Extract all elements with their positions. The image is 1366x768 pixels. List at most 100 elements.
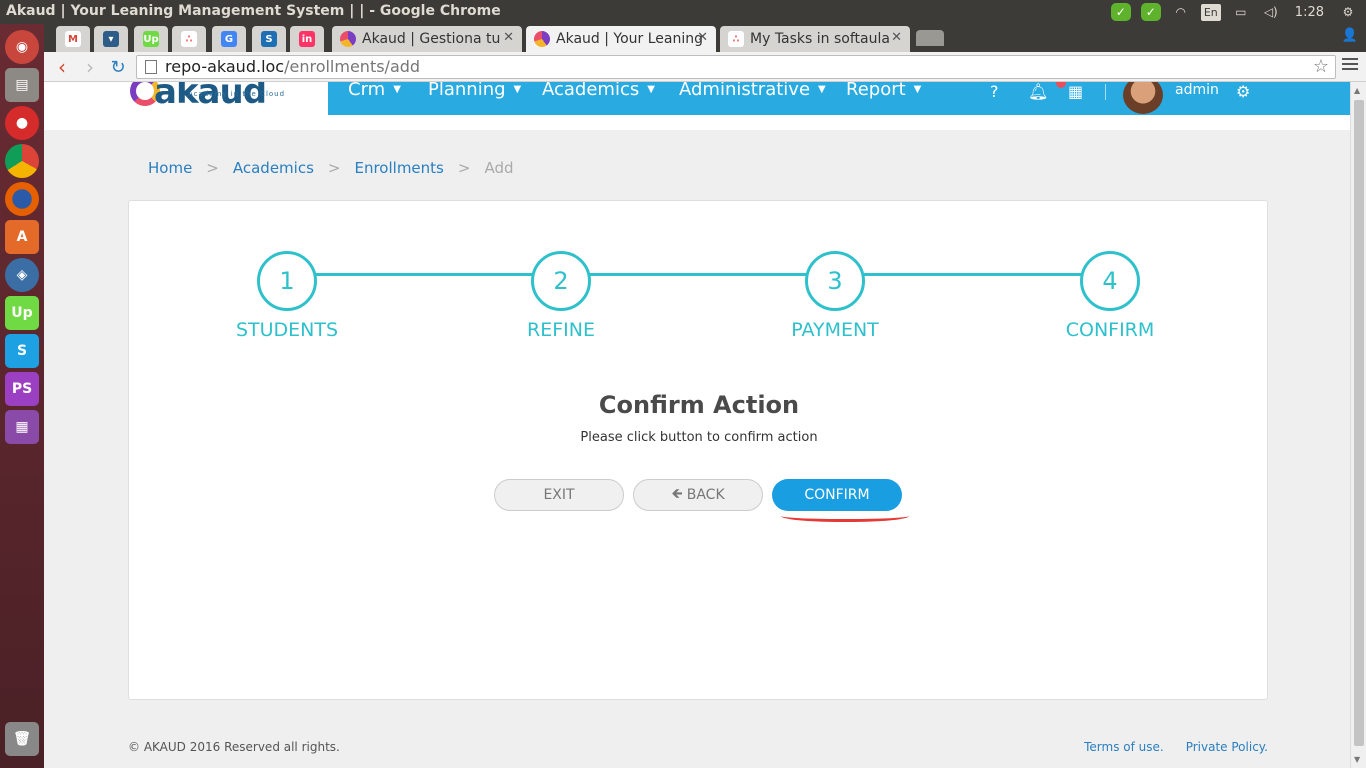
system-top-bar: Akaud | Your Leaning Management System |… [0, 0, 1366, 24]
clock[interactable]: 1:28 [1291, 3, 1328, 21]
enrollment-wizard-card: 1 STUDENTS 2 REFINE 3 PAYMENT 4 CONFIRM … [128, 200, 1268, 700]
upwork-app-icon[interactable]: Up [5, 296, 39, 330]
logo-tagline: Academy in the Cloud [188, 90, 286, 98]
file-manager-icon[interactable]: ▤ [5, 68, 39, 102]
back-icon[interactable]: ‹ [50, 55, 74, 79]
gmail-icon: M [65, 31, 81, 47]
confirm-subtitle: Please click button to confirm action [580, 430, 818, 445]
divider [1105, 84, 1106, 100]
tab-asana-tasks[interactable]: ∴ My Tasks in softaula ✕ [720, 26, 910, 52]
phpstorm-icon[interactable]: PS [5, 372, 39, 406]
help-icon[interactable]: ? [990, 82, 999, 101]
asana-icon: ∴ [728, 31, 744, 47]
nav-administrative[interactable]: Administrative ▼ [679, 82, 826, 100]
page-scrollbar[interactable]: ▲ ▼ [1350, 82, 1366, 768]
breadcrumb-separator: > [206, 159, 219, 177]
invision-icon: in [299, 31, 315, 47]
back-button[interactable]: 🡸 BACK [633, 479, 763, 511]
reload-icon[interactable]: ↻ [106, 56, 130, 78]
scroll-thumb[interactable] [1354, 100, 1364, 746]
tab-bucket[interactable]: ▾ [94, 26, 128, 52]
ubuntu-home-icon[interactable]: ◉ [5, 30, 39, 64]
tab-akaud-gestiona[interactable]: Akaud | Gestiona tu ✕ [332, 26, 522, 52]
tab-s[interactable]: S [252, 26, 286, 52]
settings-gear-icon[interactable]: ⚙ [1338, 3, 1358, 21]
tab-translate[interactable]: G [212, 26, 246, 52]
update-check-icon[interactable]: ✓ [1140, 3, 1161, 21]
close-tab-icon[interactable]: ✕ [503, 30, 514, 45]
arrow-left-icon: 🡸 [671, 486, 683, 502]
breadcrumb: Home > Academics > Enrollments > Add [148, 159, 514, 177]
tab-invision[interactable]: in [290, 26, 324, 52]
nav-label: Administrative [679, 82, 811, 100]
breadcrumb-separator: > [457, 159, 471, 177]
software-center-icon[interactable]: A [5, 220, 39, 254]
inkscape-icon[interactable]: ◈ [5, 258, 39, 292]
nav-crm[interactable]: Crm ▼ [348, 82, 401, 99]
volume-icon[interactable]: ◁) [1261, 3, 1281, 21]
step-number: 2 [531, 251, 591, 311]
upwork-icon: Up [143, 31, 159, 47]
tab-akaud-active[interactable]: Akaud | Your Leaning ✕ [526, 26, 716, 52]
browser-toolbar: ‹ › ↻ repo-akaud.loc/enrollments/add ☆ [44, 52, 1366, 82]
settings-gear-icon[interactable]: ⚙ [1236, 82, 1250, 101]
confirm-title: Confirm Action [598, 391, 800, 419]
step-label: PAYMENT [791, 319, 879, 341]
caret-down-icon: ▼ [818, 84, 826, 95]
new-tab-button[interactable] [916, 30, 944, 46]
privacy-link[interactable]: Private Policy. [1186, 740, 1268, 754]
profile-icon[interactable]: 👤 [1342, 28, 1358, 43]
tab-gmail[interactable]: M [56, 26, 90, 52]
record-app-icon[interactable]: ● [5, 106, 39, 140]
step-label: STUDENTS [235, 319, 339, 341]
confirm-label: CONFIRM [804, 487, 870, 503]
keyboard-layout-indicator[interactable]: En [1200, 3, 1221, 21]
red-underline-annotation [781, 516, 909, 522]
terms-link[interactable]: Terms of use. [1084, 740, 1164, 754]
trash-icon[interactable]: 🗑 [5, 722, 39, 756]
breadcrumb-home[interactable]: Home [148, 159, 192, 177]
firefox-icon[interactable] [5, 182, 39, 216]
username[interactable]: admin [1175, 82, 1219, 98]
breadcrumb-enrollments[interactable]: Enrollments [354, 159, 443, 177]
wifi-icon[interactable]: ◠ [1171, 3, 1191, 21]
sync-check-icon[interactable]: ✓ [1110, 3, 1131, 21]
tab-upwork[interactable]: Up [134, 26, 168, 52]
scroll-down-icon[interactable]: ▼ [1354, 755, 1360, 764]
chrome-icon[interactable] [5, 144, 39, 178]
workspace-switcher-icon[interactable]: ▦ [5, 410, 39, 444]
nav-report[interactable]: Report ▼ [846, 82, 921, 99]
akaud-logo[interactable]: akaud Academy in the Cloud [130, 82, 320, 112]
caret-down-icon: ▼ [393, 84, 401, 95]
bucket-icon: ▾ [103, 31, 119, 47]
bookmark-star-icon[interactable]: ☆ [1313, 56, 1329, 78]
url-input[interactable]: repo-akaud.loc/enrollments/add ☆ [136, 55, 1336, 79]
forward-icon[interactable]: › [78, 55, 102, 79]
wizard-step-refine[interactable]: 2 REFINE [481, 251, 641, 341]
nav-academics[interactable]: Academics ▼ [542, 82, 655, 99]
avatar[interactable] [1123, 82, 1163, 114]
back-label: BACK [686, 487, 725, 503]
exit-button[interactable]: EXIT [494, 479, 624, 511]
copyright: © AKAUD 2016 Reserved all rights. [128, 740, 340, 754]
close-tab-icon[interactable]: ✕ [891, 30, 902, 45]
akaud-icon [534, 31, 550, 47]
calendar-icon[interactable]: ▦ [1068, 82, 1083, 101]
url-host: repo-akaud.loc [165, 57, 285, 76]
chrome-menu-icon[interactable] [1342, 58, 1358, 74]
tab-label: Akaud | Gestiona tu [362, 31, 501, 47]
skype-icon[interactable]: S [5, 334, 39, 368]
breadcrumb-academics[interactable]: Academics [233, 159, 314, 177]
wizard-step-students[interactable]: 1 STUDENTS [207, 251, 367, 341]
confirm-button[interactable]: CONFIRM [772, 479, 902, 511]
close-tab-icon[interactable]: ✕ [697, 30, 708, 45]
tab-asana-1[interactable]: ∴ [172, 26, 206, 52]
bell-icon[interactable]: 🔔︎ [1028, 82, 1048, 101]
breadcrumb-current: Add [484, 159, 514, 177]
wizard-step-confirm[interactable]: 4 CONFIRM [1030, 251, 1190, 341]
url-path: /enrollments/add [284, 57, 421, 76]
nav-planning[interactable]: Planning ▼ [428, 82, 521, 99]
wizard-step-payment[interactable]: 3 PAYMENT [755, 251, 915, 341]
scroll-up-icon[interactable]: ▲ [1354, 86, 1360, 95]
battery-icon[interactable]: ▭ [1231, 3, 1251, 21]
